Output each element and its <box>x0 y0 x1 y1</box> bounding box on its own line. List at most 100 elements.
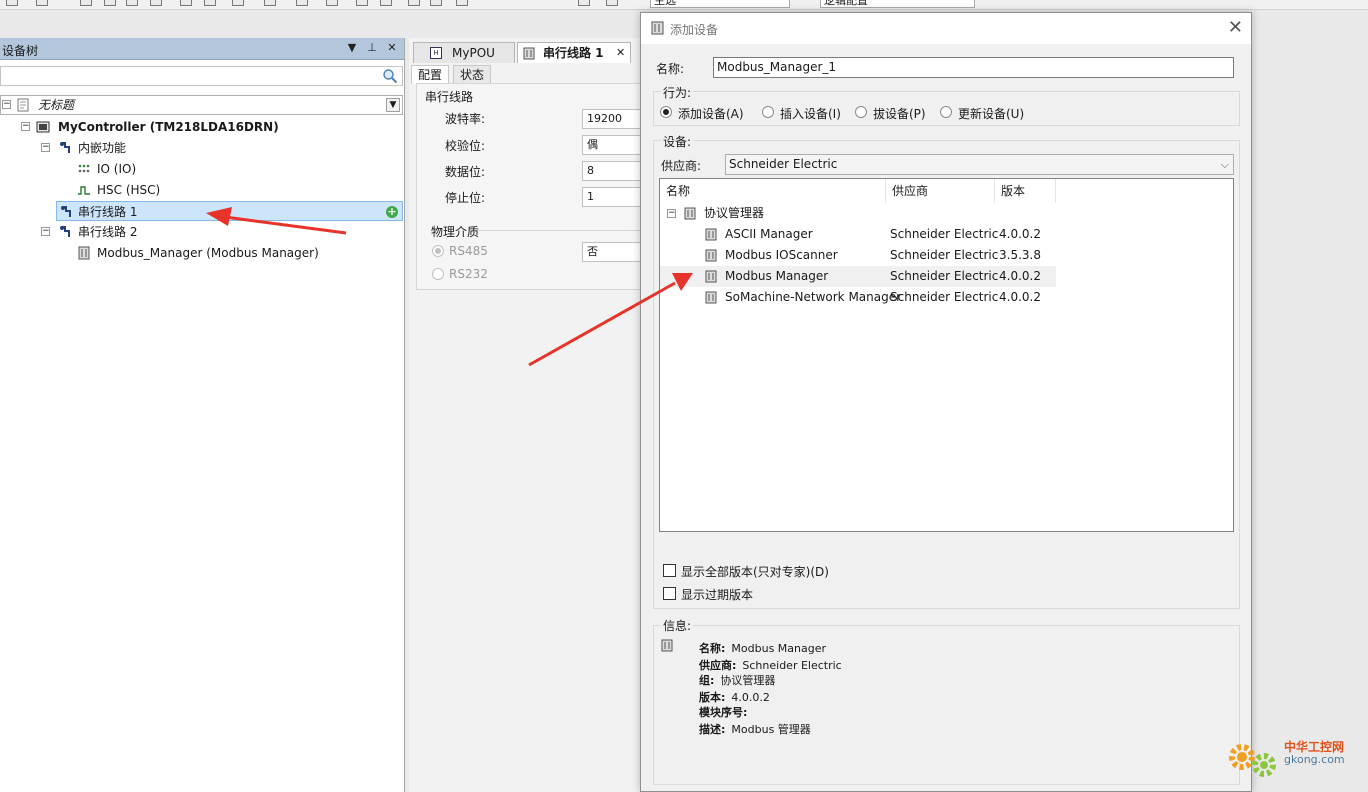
tree-node-controller[interactable]: − MyController (TM218LDA16DRN) <box>0 117 380 137</box>
collapse-icon[interactable]: − <box>41 143 50 152</box>
tree-dropdown-button[interactable]: ▼ <box>386 98 400 112</box>
radio-update-device[interactable] <box>940 106 952 118</box>
breakpoint-icon[interactable] <box>578 0 590 6</box>
tree-node-label: IO (IO) <box>97 162 137 176</box>
run-icon[interactable] <box>408 0 420 6</box>
search-icon[interactable] <box>382 68 398 84</box>
tree-node-embedded-functions[interactable]: − 内嵌功能 <box>0 138 380 158</box>
radio-plug-device[interactable] <box>855 106 867 118</box>
group-divider <box>477 230 642 231</box>
device-name-input[interactable]: Modbus_Manager_1 <box>713 57 1234 78</box>
list-item-modbus-manager[interactable]: Modbus Manager Schneider Electric 4.0.0.… <box>660 266 1056 287</box>
info-vendor: 供应商: Schneider Electric <box>699 657 842 673</box>
logout-icon[interactable] <box>380 0 392 6</box>
page-icon[interactable] <box>296 0 308 6</box>
paste-icon[interactable] <box>126 0 138 6</box>
radio-insert-device[interactable] <box>762 106 774 118</box>
group-serial-line: 串行线路 <box>425 90 474 104</box>
tree-node-io[interactable]: IO (IO) <box>0 159 380 179</box>
project-icon <box>17 98 29 112</box>
gear-logo-icon <box>1229 744 1276 777</box>
column-header-version[interactable]: 版本 <box>995 179 1056 203</box>
find-icon[interactable] <box>180 0 192 6</box>
tree-node-serial-line-2[interactable]: − 串行线路 2 <box>0 222 380 242</box>
vendor-select[interactable]: Schneider Electric ⌵ <box>725 154 1234 175</box>
stop-icon[interactable] <box>430 0 442 6</box>
tree-node-label: 无标题 <box>38 98 75 112</box>
undo-icon[interactable] <box>36 0 48 6</box>
config-panel: 串行线路 波特率: 19200 校验位: 偶 数据位: 8 停止位: 1 物理介… <box>416 83 652 290</box>
editor-area: H MyPOU 串行线路 1 ✕ 配置 状态 串行线路 波特率: 19200 校… <box>409 38 652 792</box>
collapse-icon[interactable]: − <box>2 100 11 109</box>
info-description: 描述: Modbus 管理器 <box>699 721 811 737</box>
panel-close-icon[interactable]: ✕ <box>384 40 400 56</box>
parity-label: 校验位: <box>445 139 486 153</box>
calc-icon[interactable] <box>326 0 338 6</box>
login-icon[interactable] <box>356 0 368 6</box>
device-name: SoMachine-Network Manager <box>725 290 902 304</box>
logic-config-combo[interactable]: 逻辑配置 <box>820 0 975 8</box>
action-label: 行为: <box>661 84 694 101</box>
collapse-icon[interactable]: − <box>21 122 30 131</box>
step-icon[interactable] <box>456 0 468 6</box>
collapse-icon[interactable]: − <box>41 227 50 236</box>
panel-menu-icon[interactable]: ▼ <box>344 40 360 56</box>
tab-serial-line-1[interactable]: 串行线路 1 ✕ <box>517 42 631 63</box>
tab-label: MyPOU <box>452 46 495 60</box>
rs485-radio[interactable] <box>432 245 444 257</box>
main-toolbar: 主选 逻辑配置 <box>0 0 1368 10</box>
replace-icon[interactable] <box>204 0 216 6</box>
copy-icon[interactable] <box>104 0 116 6</box>
baud-rate-label: 波特率: <box>445 112 486 126</box>
dialog-close-icon[interactable]: ✕ <box>1228 18 1243 38</box>
info-key: 版本: <box>699 691 726 704</box>
radio-plug-device-label: 拔设备(P) <box>873 107 926 121</box>
info-key: 组: <box>699 674 715 687</box>
serial-line-icon <box>60 226 70 237</box>
tab-close-icon[interactable]: ✕ <box>616 43 625 63</box>
show-outdated-checkbox[interactable] <box>663 587 676 600</box>
function-block-icon <box>60 142 70 153</box>
pin-icon[interactable]: ⊥ <box>364 40 380 56</box>
device-version: 4.0.0.2 <box>999 290 1041 304</box>
collapse-icon[interactable]: − <box>667 209 676 218</box>
select-icon[interactable] <box>264 0 276 6</box>
device-tree-search-input[interactable] <box>0 66 403 86</box>
save-icon[interactable] <box>6 0 18 6</box>
tree-node-hsc[interactable]: HSC (HSC) <box>0 180 380 200</box>
info-version: 版本: 4.0.0.2 <box>699 689 770 705</box>
column-header-name[interactable]: 名称 <box>660 179 886 203</box>
main-combo[interactable]: 主选 <box>650 0 790 8</box>
device-vendor: Schneider Electric <box>890 269 999 283</box>
tree-node-label: MyController (TM218LDA16DRN) <box>58 120 279 134</box>
tab-status[interactable]: 状态 <box>453 65 492 84</box>
add-device-icon[interactable]: + <box>386 206 398 218</box>
modbus-manager-icon <box>78 246 90 260</box>
cut-icon[interactable] <box>80 0 92 6</box>
tree-node-root[interactable]: − 无标题 <box>0 95 380 115</box>
info-key: 模块序号: <box>699 706 748 719</box>
rs232-radio[interactable] <box>432 268 444 280</box>
delete-icon[interactable] <box>150 0 162 6</box>
list-item-somachine-network-manager[interactable]: SoMachine-Network Manager Schneider Elec… <box>660 287 1056 308</box>
device-icon[interactable] <box>606 0 618 6</box>
list-item-modbus-ioscanner[interactable]: Modbus IOScanner Schneider Electric 3.5.… <box>660 245 1056 266</box>
tree-node-serial-line-1[interactable]: 串行线路 1 + <box>56 201 403 221</box>
list-item-ascii-manager[interactable]: ASCII Manager Schneider Electric 4.0.0.2 <box>660 224 1056 245</box>
info-name: 名称: Modbus Manager <box>699 640 826 656</box>
category-label: 协议管理器 <box>704 206 765 220</box>
show-all-versions-checkbox[interactable] <box>663 564 676 577</box>
device-icon <box>705 270 717 283</box>
tab-mypou[interactable]: H MyPOU <box>413 42 515 63</box>
radio-add-device[interactable] <box>660 106 672 118</box>
device-version: 3.5.3.8 <box>999 248 1041 262</box>
tab-config[interactable]: 配置 <box>411 65 450 84</box>
column-header-vendor[interactable]: 供应商 <box>886 179 995 203</box>
device-name: Modbus Manager <box>725 269 829 283</box>
list-category-row[interactable]: − 协议管理器 <box>660 203 1056 224</box>
device-tree-title: 设备树 <box>2 44 39 58</box>
tree-node-modbus-manager[interactable]: Modbus_Manager (Modbus Manager) <box>0 243 380 263</box>
build-icon[interactable] <box>232 0 244 6</box>
tree-node-label: HSC (HSC) <box>97 183 161 197</box>
group-physical-medium: 物理介质 <box>431 225 480 239</box>
